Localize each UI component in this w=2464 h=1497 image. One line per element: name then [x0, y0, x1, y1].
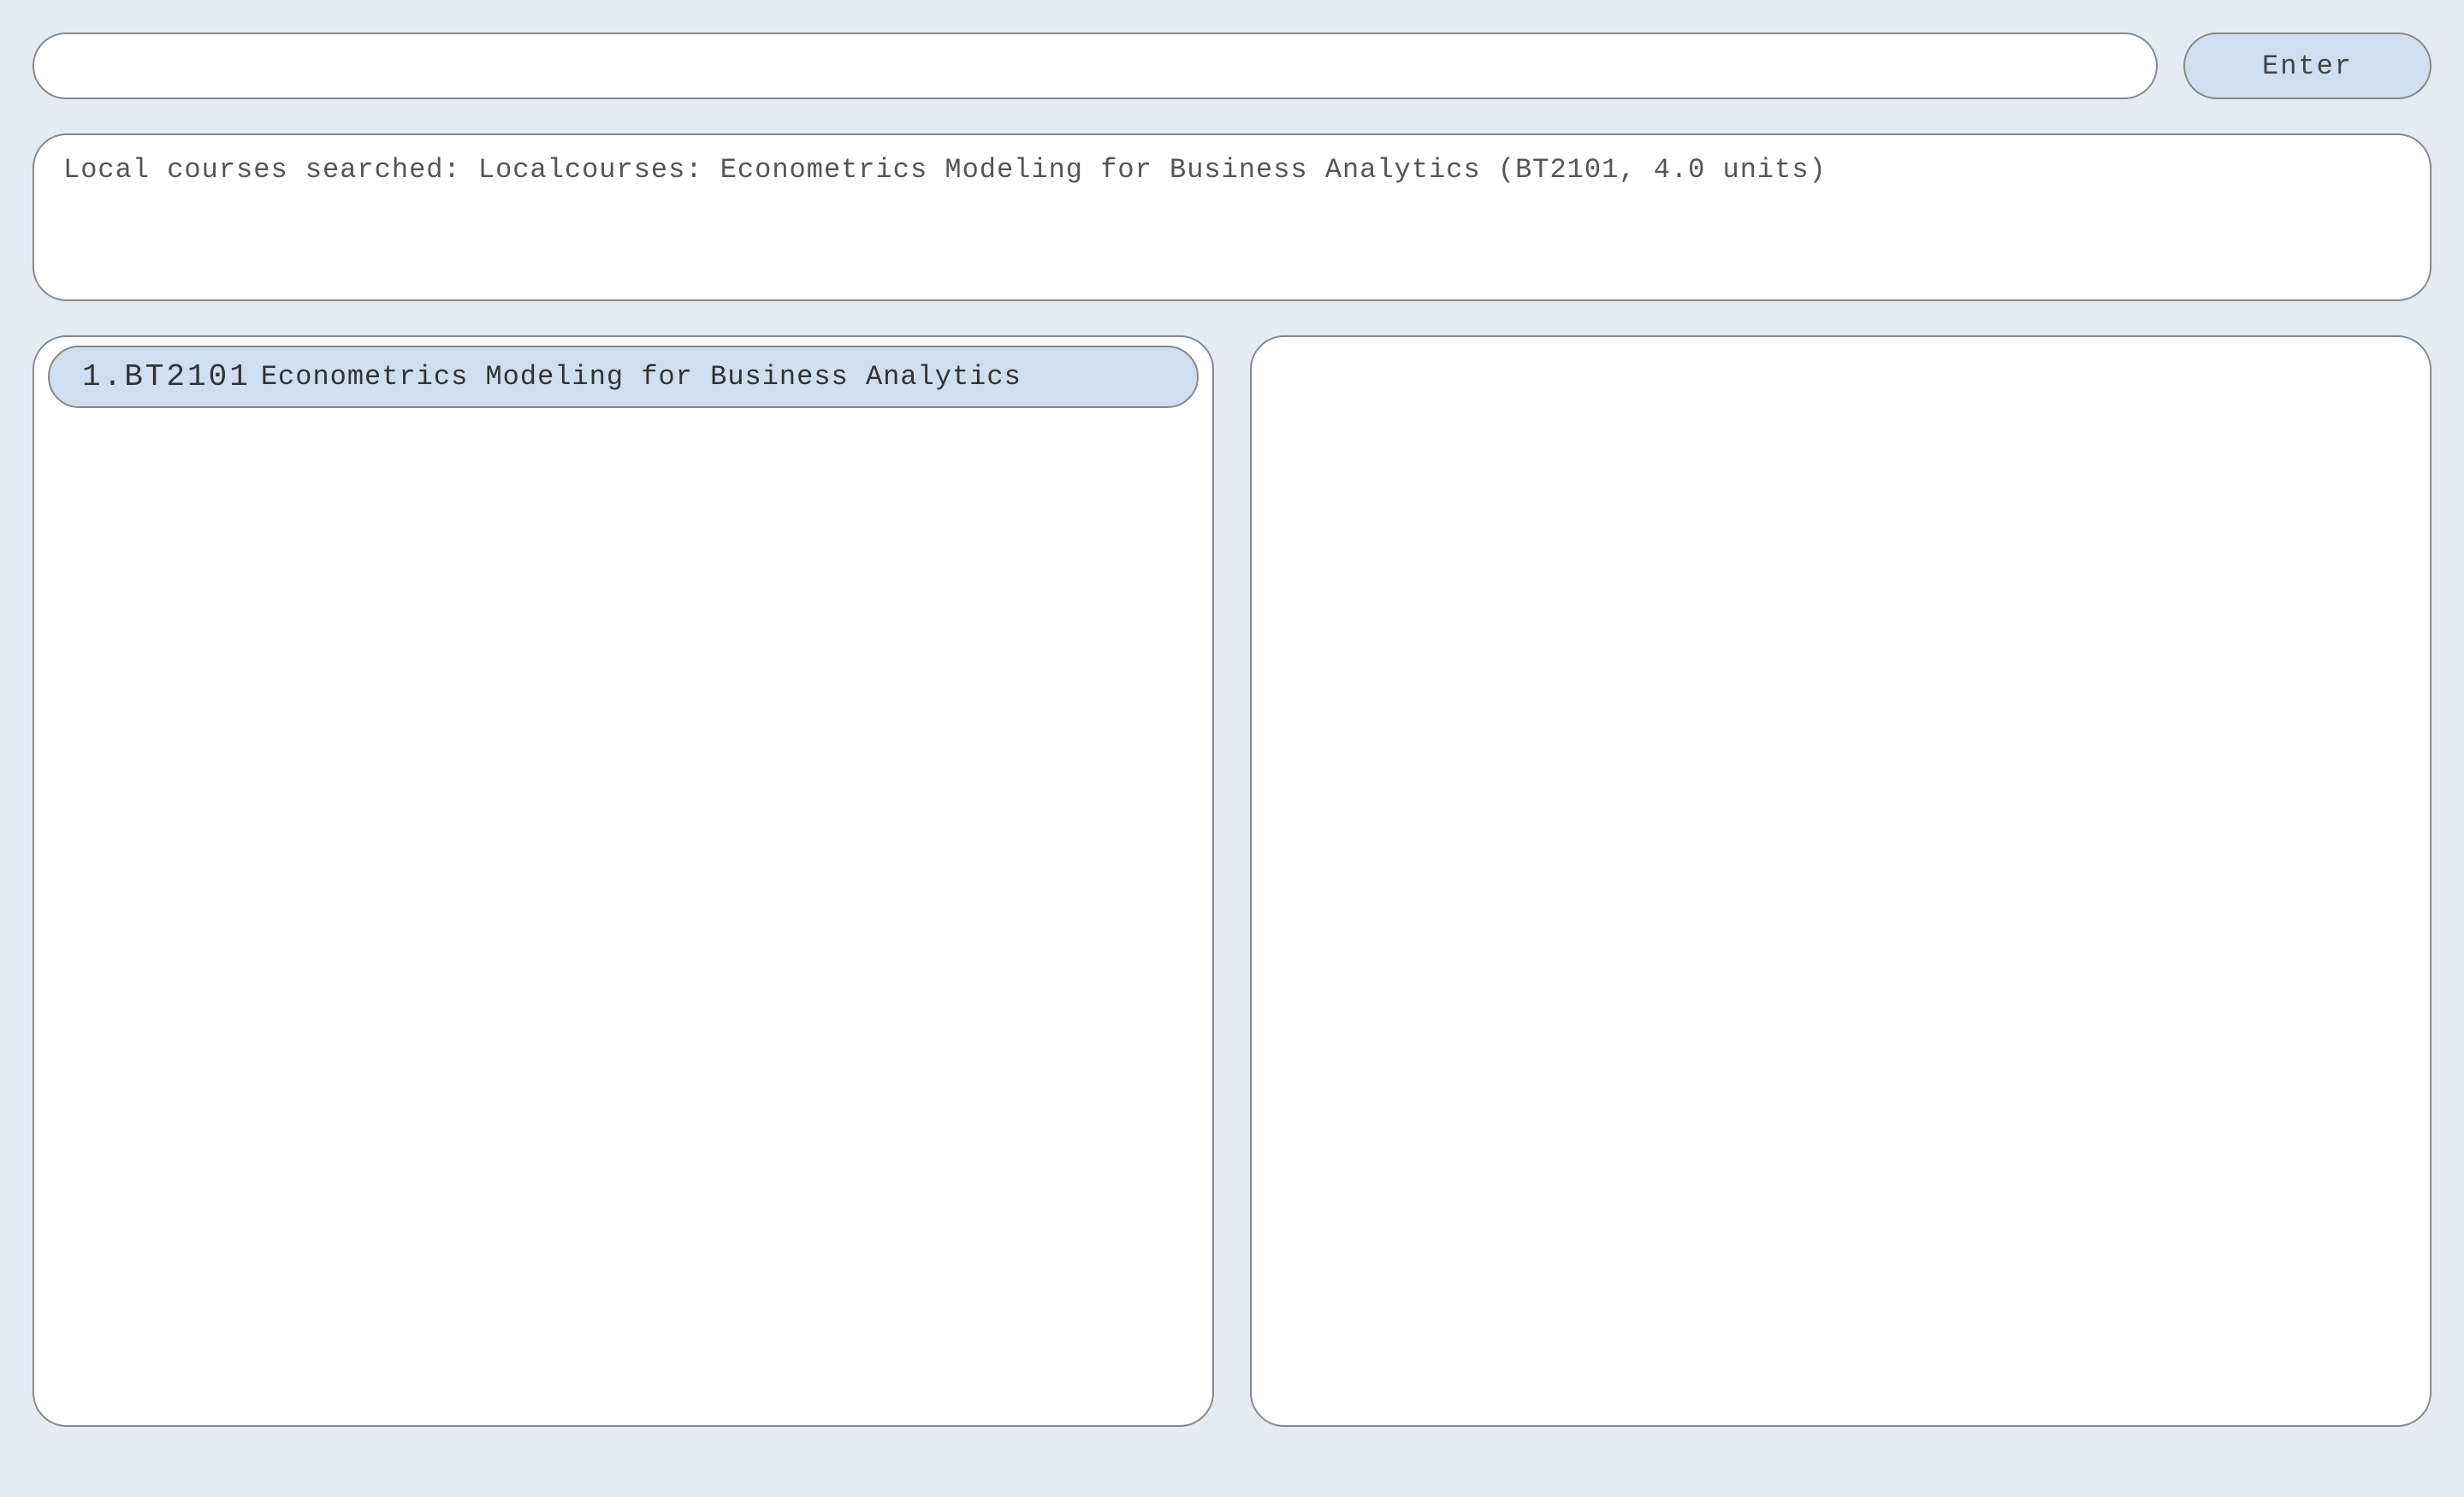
course-title: Econometrics Modeling for Business Analy… — [261, 361, 1022, 393]
status-text: Local courses searched: Localcourses: Ec… — [63, 154, 1827, 186]
left-results-panel: 1.BT2101 Econometrics Modeling for Busin… — [33, 335, 1214, 1427]
enter-button[interactable]: Enter — [2183, 33, 2431, 99]
status-panel: Local courses searched: Localcourses: Ec… — [33, 133, 2431, 301]
course-index-code: 1.BT2101 — [82, 359, 251, 394]
course-item[interactable]: 1.BT2101 Econometrics Modeling for Busin… — [48, 346, 1199, 408]
search-input[interactable] — [33, 33, 2158, 99]
right-details-panel — [1250, 335, 2431, 1427]
